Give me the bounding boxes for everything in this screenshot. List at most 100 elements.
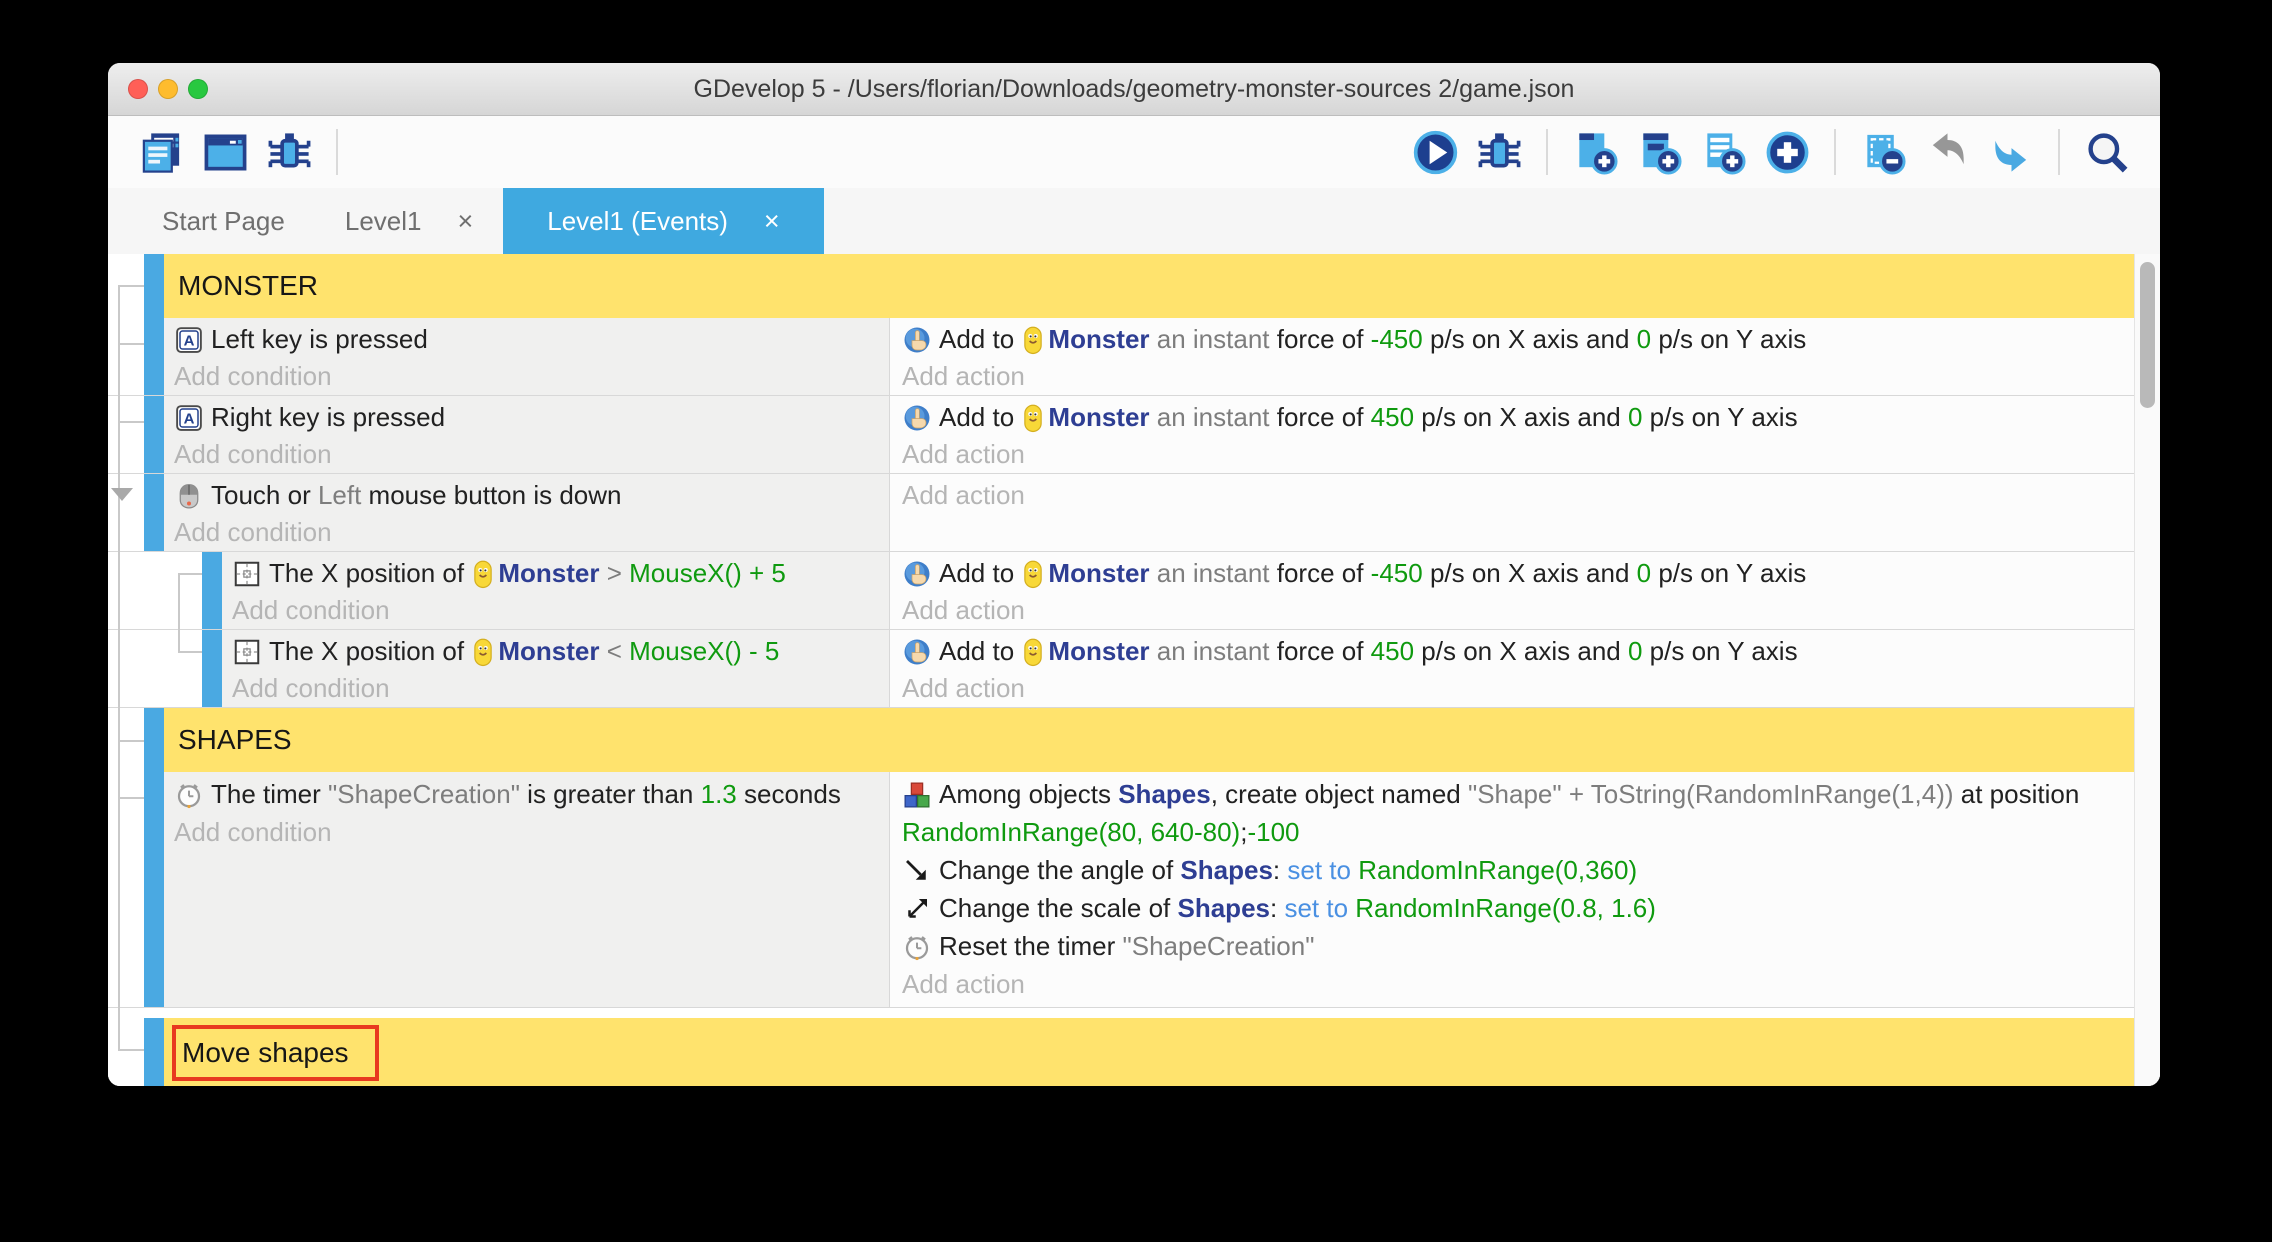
svg-text:A: A xyxy=(184,333,195,350)
hand-icon xyxy=(902,559,932,589)
add-action-button[interactable]: Add action xyxy=(902,477,2134,514)
debugger-icon xyxy=(1476,129,1523,176)
event-bar[interactable] xyxy=(202,552,222,629)
toolbar-separator xyxy=(1546,129,1548,175)
event-bar[interactable] xyxy=(202,630,222,707)
group-row-move-shapes: Move shapes xyxy=(108,1018,2134,1086)
text-segment: Add to xyxy=(939,558,1021,588)
debugger-button[interactable] xyxy=(260,123,318,181)
timer-icon xyxy=(174,780,204,810)
scene-editor-button[interactable] xyxy=(196,123,254,181)
text-segment: Left xyxy=(318,480,369,510)
action-row[interactable]: Reset the timer "ShapeCreation" xyxy=(902,927,2134,965)
text-segment: > xyxy=(599,558,629,588)
action-row[interactable]: Add to Monster an instant force of 450 p… xyxy=(902,633,2134,670)
redo-button[interactable] xyxy=(1982,123,2040,181)
text-segment: Shapes xyxy=(1118,779,1211,809)
play-icon xyxy=(1412,129,1459,176)
tree-gutter xyxy=(108,630,144,707)
sub-event-row: The X position of Monster > MouseX() + 5… xyxy=(108,552,2134,630)
add-condition-button[interactable]: Add condition xyxy=(174,436,889,473)
text-segment: -100 xyxy=(1247,817,1299,847)
add-new-button[interactable] xyxy=(1758,123,1816,181)
play-button[interactable] xyxy=(1406,123,1464,181)
tab-level1[interactable]: Level1 × xyxy=(315,188,503,254)
condition-row[interactable]: Touch or Left mouse button is down xyxy=(174,477,889,514)
condition-row[interactable]: The timer "ShapeCreation" is greater tha… xyxy=(174,775,889,813)
add-event-button[interactable] xyxy=(1566,123,1624,181)
text-segment: 1.3 xyxy=(701,779,737,809)
redo-icon xyxy=(1988,129,2035,176)
action-row[interactable]: Among objects Shapes, create object name… xyxy=(902,775,2134,851)
actions-cell: Add to Monster an instant force of -450 … xyxy=(890,552,2134,629)
tab-start-page[interactable]: Start Page xyxy=(132,188,315,254)
tab-level1-events[interactable]: Level1 (Events) × xyxy=(503,188,823,254)
action-row[interactable]: Add to Monster an instant force of 450 p… xyxy=(902,399,2134,436)
action-row[interactable]: Add to Monster an instant force of -450 … xyxy=(902,555,2134,592)
hand-icon xyxy=(902,325,932,355)
condition-row[interactable]: The X position of Monster > MouseX() + 5 xyxy=(232,555,889,592)
add-action-button[interactable]: Add action xyxy=(902,436,2134,473)
minimize-window-button[interactable] xyxy=(158,79,178,99)
monster-icon xyxy=(1023,638,1043,668)
text-segment: p/s on Y axis xyxy=(1651,324,1806,354)
condition-row[interactable]: The X position of Monster < MouseX() - 5 xyxy=(232,633,889,670)
svg-text:A: A xyxy=(184,411,195,428)
tree-line xyxy=(118,740,144,742)
add-comment-button[interactable] xyxy=(1694,123,1752,181)
text-segment: p/s on X axis and xyxy=(1423,558,1637,588)
action-row[interactable]: Change the angle of Shapes: set to Rando… xyxy=(902,851,2134,889)
collapse-expander-icon[interactable] xyxy=(111,488,133,501)
text-segment: Monster xyxy=(498,558,599,588)
main-toolbar xyxy=(108,116,2160,188)
window-controls xyxy=(128,63,208,115)
event-bar[interactable] xyxy=(144,772,164,1007)
condition-row[interactable]: A Right key is pressed xyxy=(174,399,889,436)
text-segment: "ShapeCreation" xyxy=(1123,931,1315,961)
monster-icon xyxy=(1023,404,1043,434)
search-button[interactable] xyxy=(2078,123,2136,181)
event-bar[interactable] xyxy=(144,254,164,318)
event-bar[interactable] xyxy=(144,708,164,772)
add-action-button[interactable]: Add action xyxy=(902,670,2134,707)
undo-button[interactable] xyxy=(1918,123,1976,181)
event-bar[interactable] xyxy=(144,396,164,473)
position-icon xyxy=(232,559,262,589)
debugger-button[interactable] xyxy=(1470,123,1528,181)
close-tab-icon[interactable]: × xyxy=(764,206,780,237)
text-segment: 0 xyxy=(1628,636,1642,666)
add-condition-button[interactable]: Add condition xyxy=(232,592,889,629)
remove-event-button[interactable] xyxy=(1854,123,1912,181)
group-header-shapes[interactable]: SHAPES xyxy=(164,708,2134,772)
zoom-window-button[interactable] xyxy=(188,79,208,99)
tree-line xyxy=(178,573,180,653)
condition-row[interactable]: ALeft key is pressed xyxy=(174,321,889,358)
add-action-button[interactable]: Add action xyxy=(902,358,2134,395)
monster-icon xyxy=(1023,326,1043,356)
add-condition-button[interactable]: Add condition xyxy=(232,670,889,707)
group-header-monster[interactable]: MONSTER xyxy=(164,254,2134,318)
event-bar[interactable] xyxy=(144,1018,164,1086)
add-condition-button[interactable]: Add condition xyxy=(174,813,889,851)
project-manager-button[interactable] xyxy=(132,123,190,181)
text-segment: RandomInRange(80, 640-80) xyxy=(902,817,1240,847)
text-segment: p/s on X axis and xyxy=(1423,324,1637,354)
vertical-scrollbar[interactable] xyxy=(2134,254,2160,1086)
close-window-button[interactable] xyxy=(128,79,148,99)
add-action-button[interactable]: Add action xyxy=(902,592,2134,629)
text-segment: Right key is pressed xyxy=(211,402,445,432)
text-segment: set to xyxy=(1287,855,1358,885)
action-row[interactable]: Add to Monster an instant force of -450 … xyxy=(902,321,2134,358)
add-condition-button[interactable]: Add condition xyxy=(174,514,889,551)
event-bar[interactable] xyxy=(144,474,164,551)
add-subevent-button[interactable] xyxy=(1630,123,1688,181)
event-bar[interactable] xyxy=(144,318,164,395)
action-row[interactable]: Change the scale of Shapes: set to Rando… xyxy=(902,889,2134,927)
text-segment: at position xyxy=(1954,779,2087,809)
add-condition-button[interactable]: Add condition xyxy=(174,358,889,395)
close-tab-icon[interactable]: × xyxy=(457,206,473,237)
titlebar[interactable]: GDevelop 5 - /Users/florian/Downloads/ge… xyxy=(108,63,2160,116)
scrollbar-thumb[interactable] xyxy=(2140,262,2155,408)
add-action-button[interactable]: Add action xyxy=(902,965,2134,1003)
group-header-move-shapes[interactable]: Move shapes xyxy=(164,1018,2134,1086)
